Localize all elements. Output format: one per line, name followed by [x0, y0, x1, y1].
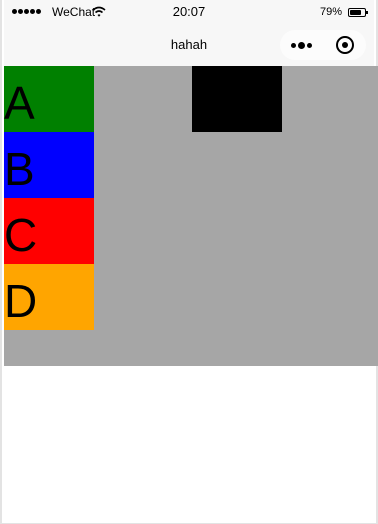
battery-fill [350, 10, 361, 15]
status-bar: WeChat 20:07 79% [4, 0, 374, 24]
block-d-label: D [4, 275, 38, 327]
block-d: D [4, 264, 94, 330]
menu-capsule [280, 30, 366, 60]
more-icon[interactable] [280, 30, 323, 60]
phone-frame: WeChat 20:07 79% hahah A B C D [0, 0, 378, 524]
nav-bar: hahah [4, 24, 374, 66]
black-box [192, 66, 282, 132]
block-b-label: B [4, 143, 35, 195]
battery-percent: 79% [319, 6, 342, 18]
close-capsule-icon[interactable] [323, 30, 366, 60]
block-a: A [4, 66, 94, 132]
content-area: A B C D [4, 66, 378, 366]
block-b: B [4, 132, 94, 198]
block-c-label: C [4, 209, 38, 261]
status-time: 20:07 [172, 4, 206, 19]
battery-icon [348, 8, 368, 17]
block-a-label: A [4, 77, 35, 129]
block-c: C [4, 198, 94, 264]
